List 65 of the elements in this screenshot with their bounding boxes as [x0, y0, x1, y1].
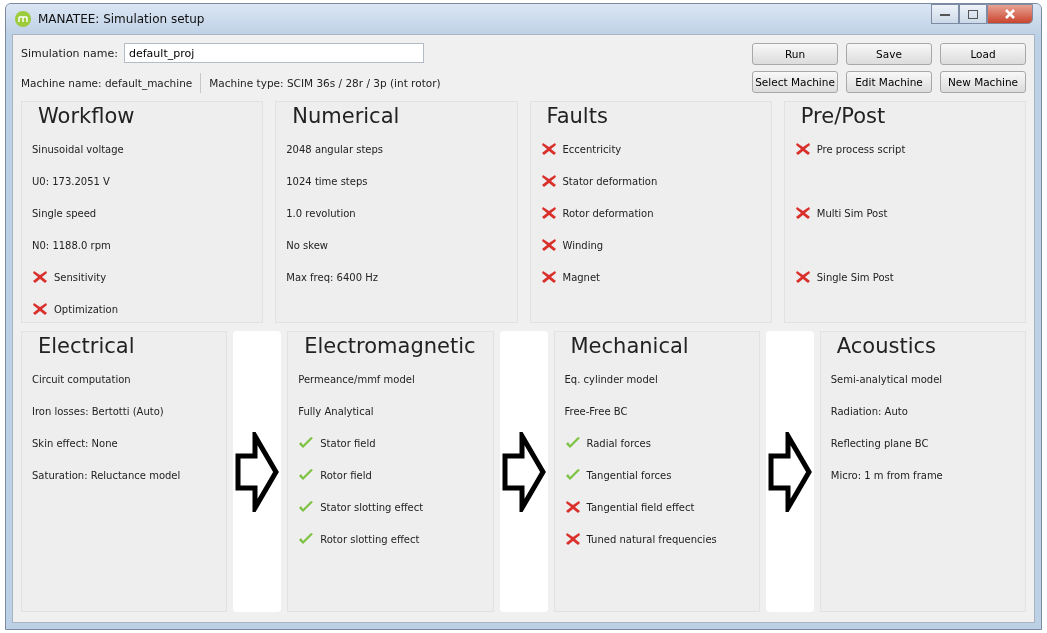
action-button[interactable]: Edit Machine	[846, 71, 932, 93]
simulation-name-field[interactable]: default_proj	[124, 43, 424, 63]
setting-text: Skin effect: None	[32, 437, 118, 449]
simulation-name-label: Simulation name:	[21, 46, 118, 60]
setting-text: Micro: 1 m from frame	[830, 469, 943, 481]
maximize-button[interactable]	[959, 4, 987, 24]
option-label: Stator slotting effect	[320, 501, 424, 513]
panel-title: Workflow	[38, 104, 136, 128]
option-label: Rotor slotting effect	[320, 533, 420, 545]
panel-title: Acoustics	[836, 334, 937, 358]
panel-title: Faults	[546, 104, 609, 128]
maximize-icon	[968, 9, 978, 19]
machine-name-text: Machine name: default_machine	[21, 77, 193, 89]
option-label: Tangential forces	[586, 469, 672, 481]
close-icon	[1004, 8, 1016, 20]
option-label: Single Sim Post	[816, 271, 894, 283]
option-label: Eccentricity	[562, 143, 622, 155]
option-label: Stator field	[320, 437, 376, 449]
setting-text: Single speed	[32, 207, 97, 219]
option-label: Rotor field	[320, 469, 372, 481]
action-button[interactable]: Save	[846, 43, 932, 65]
setting-text: U0: 173.2051 V	[32, 175, 110, 187]
option-label: Rotor deformation	[562, 207, 654, 219]
option-label: Pre process script	[816, 143, 906, 155]
minimize-button[interactable]	[931, 4, 959, 24]
panel-title: Electromagnetic	[304, 334, 477, 358]
setting-text: 2048 angular steps	[286, 143, 384, 155]
setting-text: Sinusoidal voltage	[32, 143, 124, 155]
option-label: Radial forces	[586, 437, 651, 449]
setting-text: Free-Free BC	[564, 405, 628, 417]
setting-text: Saturation: Reluctance model	[32, 469, 181, 481]
setting-text: Fully Analytical	[298, 405, 374, 417]
window-title: MANATEE: Simulation setup	[38, 12, 205, 26]
setting-text: Permeance/mmf model	[298, 373, 415, 385]
setting-text: No skew	[286, 239, 328, 251]
minimize-icon	[940, 11, 950, 17]
action-button[interactable]: Load	[940, 43, 1026, 65]
setting-text: 1.0 revolution	[286, 207, 356, 219]
app-logo-icon	[14, 10, 32, 28]
setting-text: Eq. cylinder model	[564, 373, 658, 385]
option-label: Optimization	[54, 303, 118, 315]
action-button[interactable]: Select Machine	[752, 71, 838, 93]
option-label: Sensitivity	[54, 271, 107, 283]
option-label: Tangential field effect	[586, 501, 695, 513]
setting-text: Circuit computation	[32, 373, 131, 385]
panel-title: Electrical	[38, 334, 136, 358]
setting-text: Reflecting plane BC	[830, 437, 929, 449]
machine-type-text: Machine type: SCIM 36s / 28r / 3p (int rotor)	[209, 77, 441, 89]
panel-title: Pre/Post	[800, 104, 887, 128]
close-button[interactable]	[987, 4, 1033, 24]
setting-text: Iron losses: Bertotti (Auto)	[32, 405, 164, 417]
setting-text: Radiation: Auto	[830, 405, 908, 417]
panel-title: Mechanical	[570, 334, 690, 358]
option-label: Stator deformation	[562, 175, 658, 187]
option-label: Magnet	[562, 271, 600, 283]
option-label: Winding	[562, 239, 604, 251]
panel-title: Numerical	[292, 104, 401, 128]
setting-text: N0: 1188.0 rpm	[32, 239, 111, 251]
setting-text: Semi-analytical model	[830, 373, 943, 385]
setting-text: 1024 time steps	[286, 175, 368, 187]
setting-text: Max freq: 6400 Hz	[286, 271, 378, 283]
option-label: Multi Sim Post	[816, 207, 888, 219]
action-button[interactable]: New Machine	[940, 71, 1026, 93]
action-button[interactable]: Run	[752, 43, 838, 65]
option-label: Tuned natural frequencies	[586, 533, 717, 545]
